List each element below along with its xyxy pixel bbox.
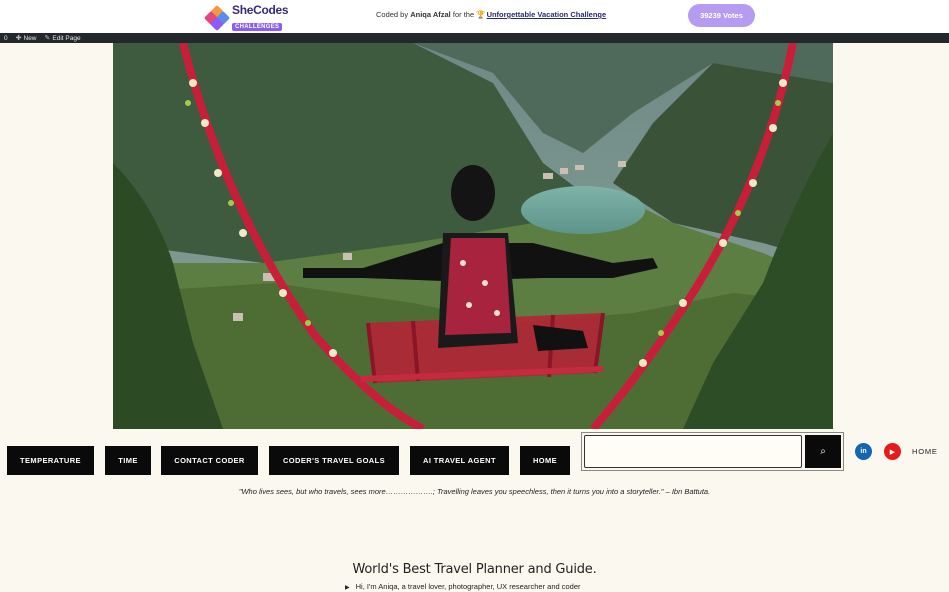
pencil-icon: ✎ — [44, 35, 51, 42]
hero-image — [113, 43, 833, 429]
youtube-icon[interactable]: ▶ — [884, 443, 901, 460]
admin-edit[interactable]: ✎ Edit Page — [44, 34, 81, 43]
challenge-link[interactable]: Unforgettable Vacation Challenge — [487, 10, 607, 19]
logo-tag: CHALLENGES — [232, 23, 283, 31]
swing-photo — [113, 43, 833, 429]
admin-counter[interactable]: 0 — [4, 35, 8, 42]
credit-author: Aniqa Afzal — [410, 10, 451, 19]
nav-temperature[interactable]: TEMPERATURE — [7, 446, 94, 475]
credit-line: Coded by Aniqa Afzal for the 🏆Unforgetta… — [376, 10, 606, 19]
nav-home[interactable]: HOME — [520, 446, 570, 475]
shecodes-logo[interactable]: SheCodes CHALLENGES — [203, 3, 289, 32]
shecodes-banner: SheCodes CHALLENGES Coded by Aniqa Afzal… — [0, 0, 949, 33]
page-heading: World's Best Travel Planner and Guide. — [352, 562, 597, 577]
nav-travel-goals[interactable]: CODER'S TRAVEL GOALS — [269, 446, 399, 475]
nav-ai-travel-agent[interactable]: AI TRAVEL AGENT — [410, 446, 509, 475]
admin-bar: 0 ✚ New ✎ Edit Page — [0, 33, 949, 43]
search-form: ⌕ — [581, 432, 844, 471]
search-icon: ⌕ — [820, 446, 826, 457]
logo-name: SheCodes — [232, 3, 289, 17]
search-button[interactable]: ⌕ — [805, 435, 841, 468]
credit-middle: for the — [452, 10, 475, 19]
admin-new[interactable]: ✚ New — [15, 34, 37, 43]
credit-prefix: Coded by — [376, 10, 409, 19]
trophy-icon: 🏆 — [476, 10, 486, 19]
admin-new-label: New — [23, 34, 37, 42]
intro-summary[interactable]: ▶ Hi, I'm Aniqa, a travel lover, photogra… — [345, 582, 581, 591]
shecodes-logo-icon — [203, 4, 231, 32]
intro-text: Hi, I'm Aniqa, a travel lover, photograp… — [355, 582, 581, 591]
votes-button[interactable]: 39239 Votes — [688, 4, 755, 27]
plus-icon: ✚ — [15, 35, 22, 42]
home-link[interactable]: HOME — [912, 447, 938, 456]
nav-contact-coder[interactable]: CONTACT CODER — [161, 446, 258, 475]
admin-edit-label: Edit Page — [52, 34, 81, 42]
search-input[interactable] — [584, 435, 802, 468]
linkedin-icon[interactable]: in — [855, 443, 872, 460]
disclosure-triangle-icon: ▶ — [345, 585, 350, 591]
travel-quote: "Who lives sees, but who travels, sees m… — [238, 487, 711, 496]
nav-time[interactable]: TIME — [105, 446, 151, 475]
